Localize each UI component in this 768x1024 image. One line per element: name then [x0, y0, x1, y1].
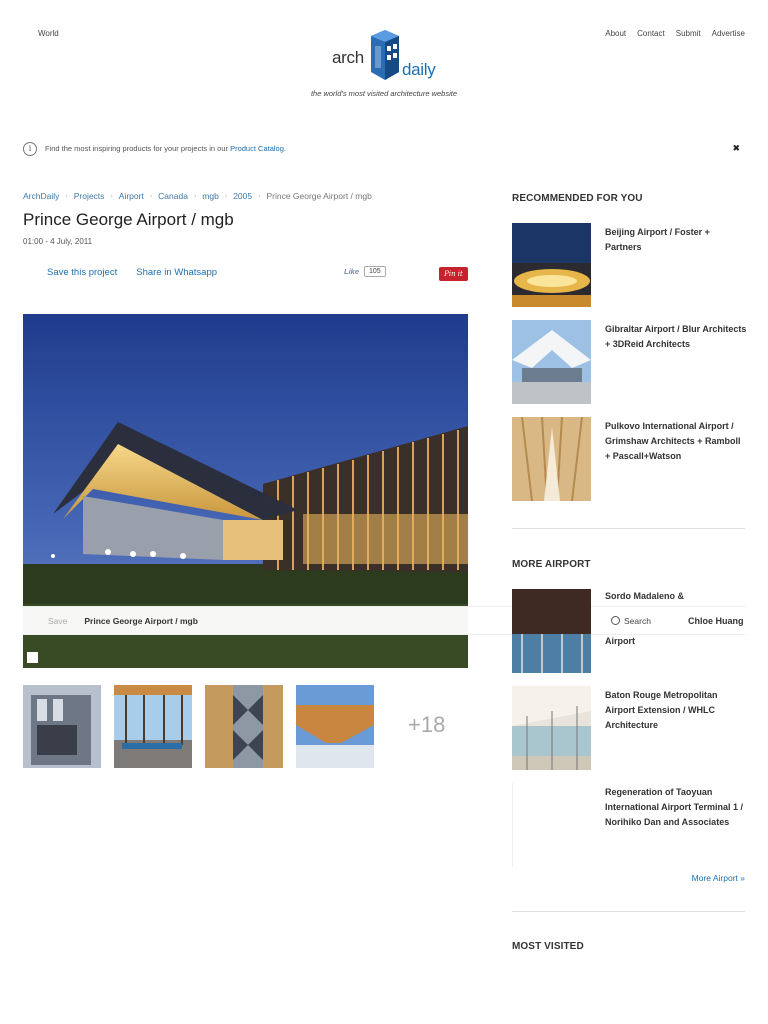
product-catalog-notice: i Find the most inspiring products for y…: [23, 141, 745, 156]
chevron-right-icon: ›: [224, 192, 228, 200]
tagline: the world's most visited architecture we…: [310, 89, 458, 98]
recommended-item[interactable]: Pulkovo International Airport / Grimshaw…: [512, 417, 745, 501]
nav-contact[interactable]: Contact: [637, 29, 665, 38]
more-airport-title[interactable]: Baton Rouge Metropolitan Airport Extensi…: [605, 688, 747, 733]
breadcrumb-projects[interactable]: Projects: [74, 191, 105, 201]
breadcrumb-airport[interactable]: Airport: [119, 191, 144, 201]
breadcrumb-canada[interactable]: Canada: [158, 191, 188, 201]
product-catalog-link[interactable]: Product Catalog: [230, 144, 284, 153]
notice-suffix: .: [283, 144, 286, 153]
breadcrumb-archdaily[interactable]: ArchDaily: [23, 191, 59, 201]
more-airport-title-top[interactable]: Sordo Madaleno &: [605, 589, 747, 604]
info-icon: i: [23, 141, 37, 156]
more-airport-item[interactable]: Baton Rouge Metropolitan Airport Extensi…: [512, 686, 745, 770]
recommended-item[interactable]: Gibraltar Airport / Blur Architects + 3D…: [512, 320, 747, 404]
logo-arch-text: arch: [332, 48, 364, 67]
pinterest-button[interactable]: Pin it: [439, 267, 468, 281]
chevron-right-icon: ›: [193, 192, 197, 200]
breadcrumb-mgb[interactable]: mgb: [202, 191, 219, 201]
sidebar-divider: [512, 911, 745, 912]
more-airport-thumbnail[interactable]: [512, 783, 591, 867]
more-airport-title-bottom[interactable]: Airport: [605, 634, 747, 649]
nav-advertise[interactable]: Advertise: [712, 29, 745, 38]
more-airport-thumbnail[interactable]: [512, 686, 591, 770]
more-airport-item[interactable]: Sordo Madaleno & Airport: [512, 589, 745, 673]
more-photos-count[interactable]: +18: [408, 712, 445, 738]
gallery-thumbnail[interactable]: [114, 685, 192, 768]
recommended-title[interactable]: Beijing Airport / Foster + Partners: [605, 225, 747, 255]
publish-date: 01:00 - 4 July, 2011: [23, 237, 93, 246]
nav-submit[interactable]: Submit: [676, 29, 701, 38]
breadcrumb-2005[interactable]: 2005: [233, 191, 252, 201]
more-airport-link[interactable]: More Airport »: [692, 873, 745, 883]
chevron-right-icon: ›: [258, 192, 261, 200]
logo-cube-icon: [371, 30, 399, 80]
recommended-thumbnail[interactable]: [512, 223, 591, 307]
facebook-like[interactable]: Like 105: [344, 266, 386, 277]
save-project-button[interactable]: Save this project: [47, 267, 117, 278]
more-airport-item[interactable]: Regeneration of Taoyuan International Ai…: [512, 783, 745, 867]
logo-daily-text: daily: [402, 60, 436, 79]
gallery-checkbox[interactable]: [27, 652, 38, 663]
like-count: 105: [364, 266, 386, 277]
gallery-thumbnail[interactable]: [296, 685, 374, 768]
thumbnail-strip: [23, 685, 374, 768]
recommended-heading: RECOMMENDED FOR YOU: [512, 193, 643, 204]
breadcrumb-current: Prince George Airport / mgb: [266, 191, 372, 201]
sticky-save-button[interactable]: Save: [48, 616, 67, 626]
more-airport-heading: MORE AIRPORT: [512, 559, 591, 570]
close-icon[interactable]: ✖: [732, 143, 740, 154]
recommended-item[interactable]: Beijing Airport / Foster + Partners: [512, 223, 745, 307]
recommended-title[interactable]: Pulkovo International Airport / Grimshaw…: [605, 419, 747, 464]
chevron-right-icon: ›: [65, 192, 68, 200]
more-airport-title[interactable]: Regeneration of Taoyuan International Ai…: [605, 785, 747, 830]
share-whatsapp-button[interactable]: Share in Whatsapp: [136, 267, 217, 278]
breadcrumb: ArchDaily › Projects › Airport › Canada › mg…: [23, 191, 372, 201]
page-title: Prince George Airport / mgb: [23, 210, 234, 229]
gallery-thumbnail[interactable]: [23, 685, 101, 768]
nav-about[interactable]: About: [605, 29, 626, 38]
sticky-project-name: Prince George Airport / mgb: [84, 615, 198, 626]
site-logo[interactable]: arch daily: [332, 28, 438, 84]
chevron-right-icon: ›: [110, 192, 113, 200]
sidebar-divider: [512, 528, 745, 529]
like-label: Like: [344, 267, 360, 276]
most-visited-heading: MOST VISITED: [512, 941, 584, 952]
recommended-title[interactable]: Gibraltar Airport / Blur Architects + 3D…: [605, 322, 747, 352]
gallery-thumbnail[interactable]: [205, 685, 283, 768]
notice-text: Find the most inspiring products for you…: [45, 144, 228, 153]
article-actions: Save this project Share in Whatsapp: [47, 267, 217, 278]
top-nav: About Contact Submit Advertise: [605, 29, 745, 38]
nav-world[interactable]: World: [38, 29, 59, 38]
recommended-thumbnail[interactable]: [512, 320, 591, 404]
more-airport-thumbnail[interactable]: [512, 589, 591, 673]
chevron-right-icon: ›: [149, 192, 153, 200]
recommended-thumbnail[interactable]: [512, 417, 591, 501]
